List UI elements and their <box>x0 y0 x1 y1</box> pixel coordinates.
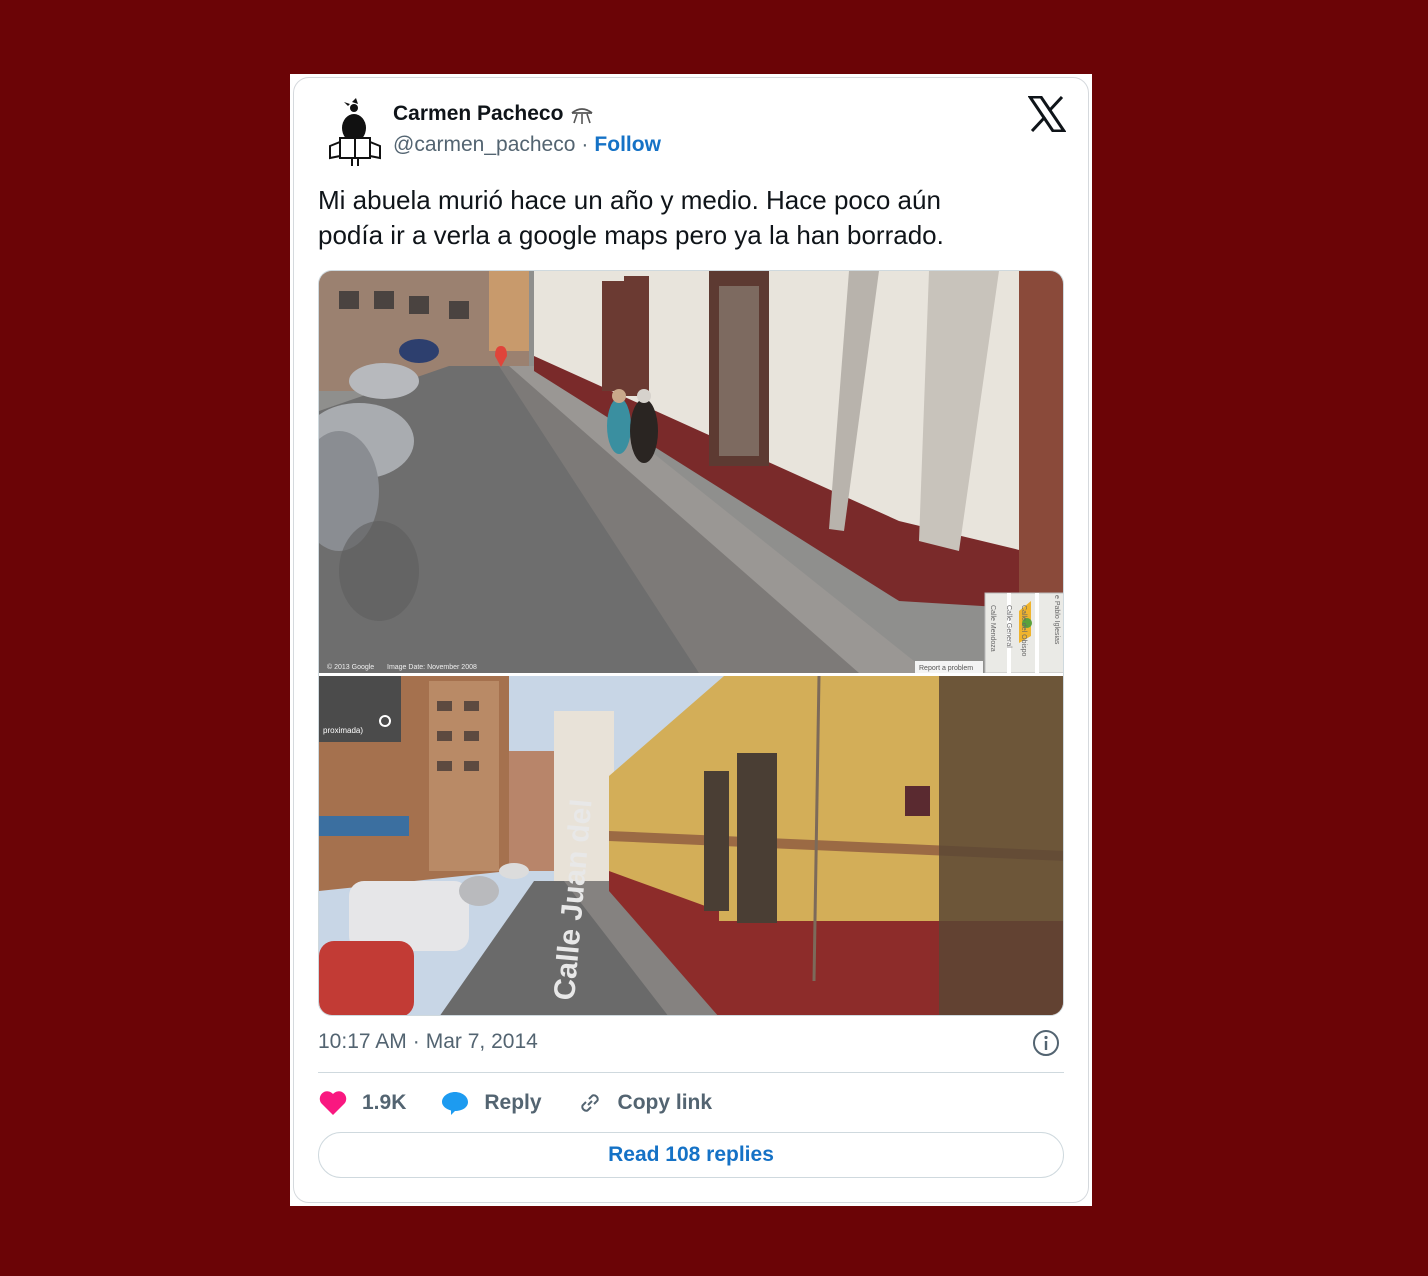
tweet-timestamp[interactable]: 10:17 AM · Mar 7, 2014 <box>318 1030 538 1054</box>
street-view-photo-top: Calle Mendoza Calle General Calle del Ob… <box>319 271 1063 674</box>
location-chip: proximada) <box>323 726 363 735</box>
copy-link-button[interactable]: Copy link <box>576 1089 713 1117</box>
image-date: Image Date: November 2008 <box>387 664 477 671</box>
author-handle-row: @carmen_pacheco · Follow <box>393 133 661 157</box>
author-handle[interactable]: @carmen_pacheco <box>393 133 575 157</box>
tweet-actions: 1.9K Reply Copy link <box>318 1086 746 1120</box>
like-button[interactable]: 1.9K <box>318 1089 406 1117</box>
read-replies-button[interactable]: Read 108 replies <box>318 1132 1064 1178</box>
report-problem-link: Report a problem <box>919 665 973 672</box>
tweet-text: Mi abuela murió hace un año y medio. Hac… <box>318 183 1038 253</box>
tweet-time: 10:17 AM <box>318 1030 407 1053</box>
tweet-text-line-2: podía ir a verla a google maps pero ya l… <box>318 220 944 250</box>
heart-icon <box>319 1091 347 1115</box>
speech-bubble-icon <box>442 1092 469 1115</box>
follow-button[interactable]: Follow <box>594 133 661 157</box>
street-view-images: Calle Mendoza Calle General Calle del Ob… <box>319 271 1063 1015</box>
minimap-label-4: e Pablo Iglesias <box>1053 595 1060 645</box>
street-view-photo-bottom: proximada) Calle Juan del <box>319 675 1063 1015</box>
divider <box>318 1072 1064 1073</box>
x-logo-icon[interactable] <box>1027 95 1067 133</box>
tweet-text-line-1: Mi abuela murió hace un año y medio. Hac… <box>318 185 941 215</box>
author-name[interactable]: Carmen Pacheco <box>393 102 563 126</box>
handle-separator: · <box>581 133 589 156</box>
tweet-media[interactable]: Calle Mendoza Calle General Calle del Ob… <box>318 270 1064 1016</box>
avatar[interactable] <box>322 98 386 168</box>
reply-label: Reply <box>484 1091 542 1114</box>
copy-link-label: Copy link <box>617 1091 713 1114</box>
like-count: 1.9K <box>362 1091 407 1114</box>
minimap-label-3: Calle del Obispo <box>1020 605 1027 656</box>
ufo-icon <box>571 108 593 124</box>
avatar-illustration <box>329 98 381 166</box>
minimap-label-1: Calle Mendoza <box>989 605 996 652</box>
author-name-row: Carmen Pacheco <box>393 102 595 126</box>
timestamp-separator: · <box>412 1030 420 1053</box>
info-icon[interactable] <box>1032 1029 1060 1057</box>
minimap-label-2: Calle General <box>1005 605 1012 648</box>
link-icon <box>580 1094 599 1112</box>
map-copyright: © 2013 Google <box>327 663 374 671</box>
tweet-date: Mar 7, 2014 <box>425 1030 538 1053</box>
reply-button[interactable]: Reply <box>440 1089 542 1117</box>
